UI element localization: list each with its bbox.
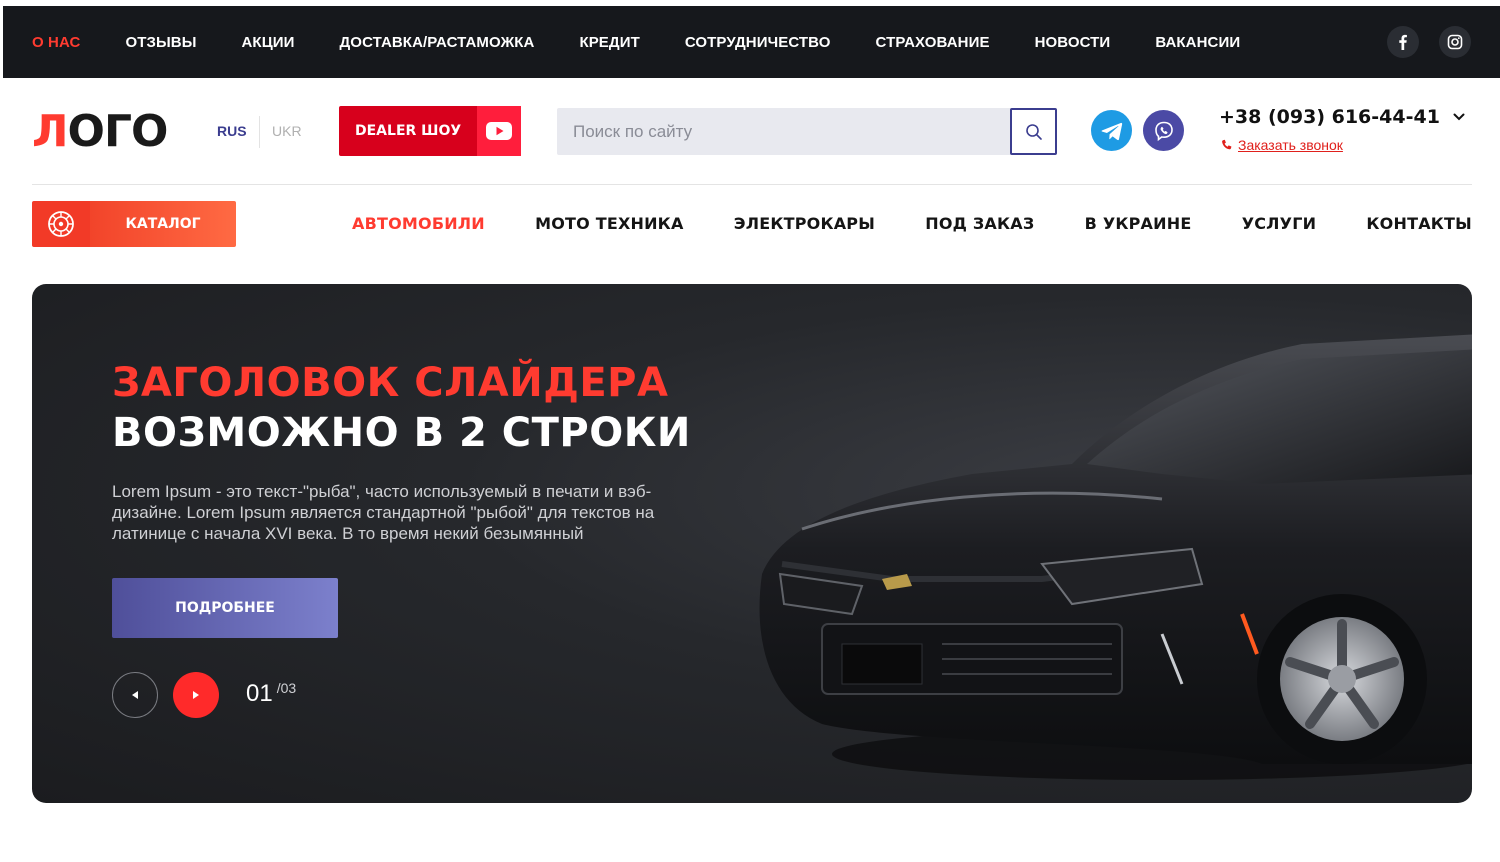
logo-letter-accent: Л [32, 106, 69, 157]
search-icon [1025, 123, 1042, 140]
chevron-down-icon[interactable] [1452, 110, 1466, 124]
dealer-show-button[interactable]: DEALER ШОУ [339, 106, 521, 156]
telegram-icon[interactable] [1091, 110, 1132, 151]
main-nav-moto[interactable]: МОТО ТЕХНИКА [535, 214, 683, 233]
top-nav-delivery[interactable]: ДОСТАВКА/РАСТАМОЖКА [340, 34, 535, 51]
youtube-icon [477, 106, 521, 156]
arrow-right-icon [193, 691, 199, 699]
main-nav-to-order[interactable]: ПОД ЗАКАЗ [925, 214, 1034, 233]
top-nav-cooperation[interactable]: СОТРУДНИЧЕСТВО [685, 34, 831, 51]
main-nav-contacts[interactable]: КОНТАКТЫ [1366, 214, 1472, 233]
viber-icon[interactable] [1143, 110, 1184, 151]
top-bar: О НАС ОТЗЫВЫ АКЦИИ ДОСТАВКА/РАСТАМОЖКА К… [3, 6, 1500, 78]
hero-title-line1: ЗАГОЛОВОК СЛАЙДЕРА [112, 360, 669, 406]
instagram-icon[interactable] [1439, 26, 1471, 58]
top-nav-promotions[interactable]: АКЦИИ [242, 34, 295, 51]
more-button[interactable]: ПОДРОБНЕЕ [112, 578, 338, 638]
top-nav: О НАС ОТЗЫВЫ АКЦИИ ДОСТАВКА/РАСТАМОЖКА К… [32, 6, 1285, 78]
slide-counter: 01/03 [246, 680, 296, 708]
facebook-icon[interactable] [1387, 26, 1419, 58]
slider-prev-button[interactable] [112, 672, 158, 718]
car-image [759, 334, 1472, 780]
callback-label: Заказать звонок [1238, 137, 1343, 153]
top-nav-insurance[interactable]: СТРАХОВАНИЕ [876, 34, 990, 51]
main-nav: АВТОМОБИЛИ МОТО ТЕХНИКА ЭЛЕКТРОКАРЫ ПОД … [352, 214, 1472, 233]
top-nav-about[interactable]: О НАС [32, 34, 80, 51]
top-nav-vacancies[interactable]: ВАКАНСИИ [1155, 34, 1240, 51]
hero-slider: ЗАГОЛОВОК СЛАЙДЕРА ВОЗМОЖНО В 2 СТРОКИ L… [32, 284, 1472, 803]
catalog-button[interactable]: КАТАЛОГ [32, 201, 236, 247]
header-divider [32, 184, 1472, 185]
hero-title-line2: ВОЗМОЖНО В 2 СТРОКИ [112, 410, 691, 456]
hero-description: Lorem Ipsum - это текст-"рыба", часто ис… [112, 482, 655, 543]
lang-divider [259, 116, 260, 148]
top-nav-credit[interactable]: КРЕДИТ [579, 34, 639, 51]
slide-counter-total: /03 [276, 680, 297, 696]
main-nav-services[interactable]: УСЛУГИ [1242, 214, 1317, 233]
catalog-label: КАТАЛОГ [90, 201, 236, 247]
search-input[interactable] [557, 108, 1009, 155]
top-nav-news[interactable]: НОВОСТИ [1035, 34, 1111, 51]
logo-letters: ОГО [67, 106, 169, 157]
wheel-icon [32, 201, 90, 247]
phone-icon [1222, 139, 1232, 149]
search-button[interactable] [1010, 108, 1057, 155]
arrow-left-icon [132, 691, 138, 699]
lang-ukr[interactable]: UKR [272, 123, 302, 139]
callback-link[interactable]: Заказать звонок [1220, 137, 1343, 153]
lang-rus[interactable]: RUS [217, 123, 247, 139]
slide-counter-current: 01 [246, 680, 273, 707]
dealer-show-label: DEALER ШОУ [355, 123, 462, 139]
slider-next-button[interactable] [173, 672, 219, 718]
main-nav-in-ukraine[interactable]: В УКРАИНЕ [1085, 214, 1192, 233]
phone-number[interactable]: +38 (093) 616-44-41 [1219, 106, 1440, 128]
site-logo[interactable]: ЛОГО [32, 110, 168, 154]
main-nav-cars[interactable]: АВТОМОБИЛИ [352, 214, 485, 233]
top-nav-reviews[interactable]: ОТЗЫВЫ [125, 34, 196, 51]
search-bar [557, 108, 1057, 155]
main-nav-electric[interactable]: ЭЛЕКТРОКАРЫ [734, 214, 875, 233]
